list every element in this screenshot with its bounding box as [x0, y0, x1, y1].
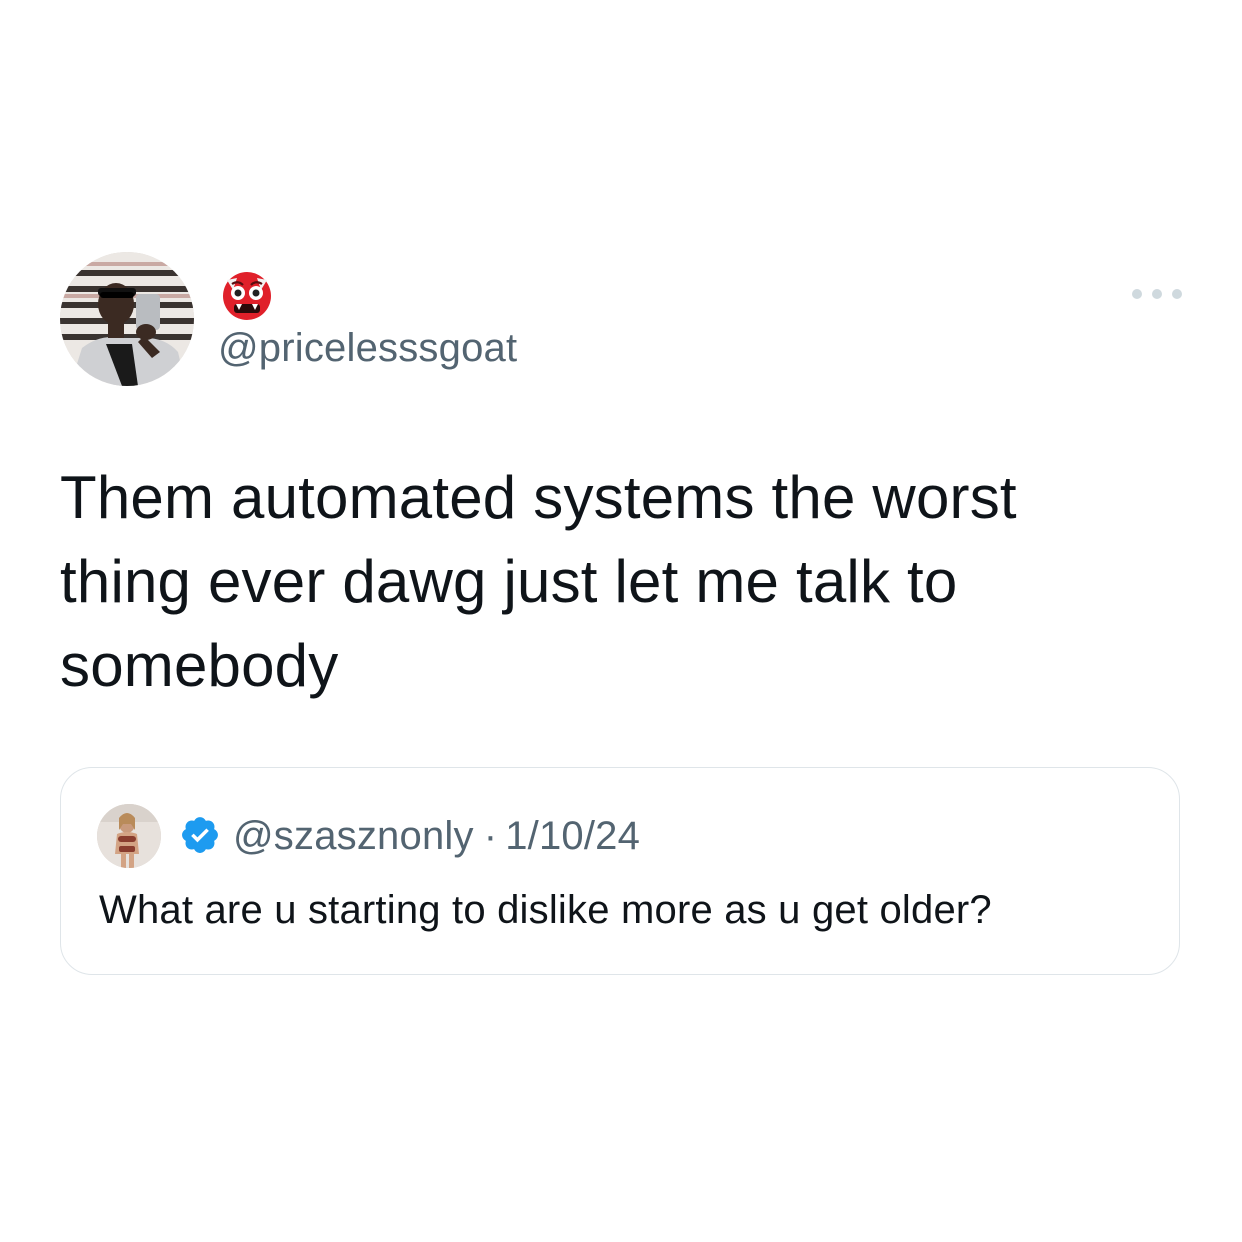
tweet-header: @pricelesssgoat [60, 252, 1182, 392]
tweet-text: Them automated systems the worst thing e… [60, 464, 1017, 699]
ogre-emoji-icon [219, 266, 275, 322]
quoted-tweet-text: What are u starting to dislike more as u… [99, 888, 992, 932]
quoted-author-avatar[interactable] [97, 804, 161, 868]
more-dot [1172, 289, 1182, 299]
quoted-tweet-meta: @szasznonly · 1/10/24 [233, 812, 640, 860]
quoted-author-handle[interactable]: @szasznonly [233, 814, 474, 858]
quoted-tweet-card[interactable]: @szasznonly · 1/10/24 What are u starting … [60, 767, 1180, 975]
quoted-author-avatar-image [97, 804, 161, 868]
more-dot [1132, 289, 1142, 299]
author-avatar-image [60, 252, 194, 386]
meta-separator: · [483, 814, 498, 858]
verified-badge-icon [179, 814, 221, 856]
more-dot [1152, 289, 1162, 299]
more-horizontal-icon[interactable] [1132, 282, 1182, 306]
author-avatar[interactable] [60, 252, 194, 386]
quoted-tweet-date[interactable]: 1/10/24 [505, 814, 640, 858]
author-handle[interactable]: @pricelesssgoat [218, 324, 517, 372]
